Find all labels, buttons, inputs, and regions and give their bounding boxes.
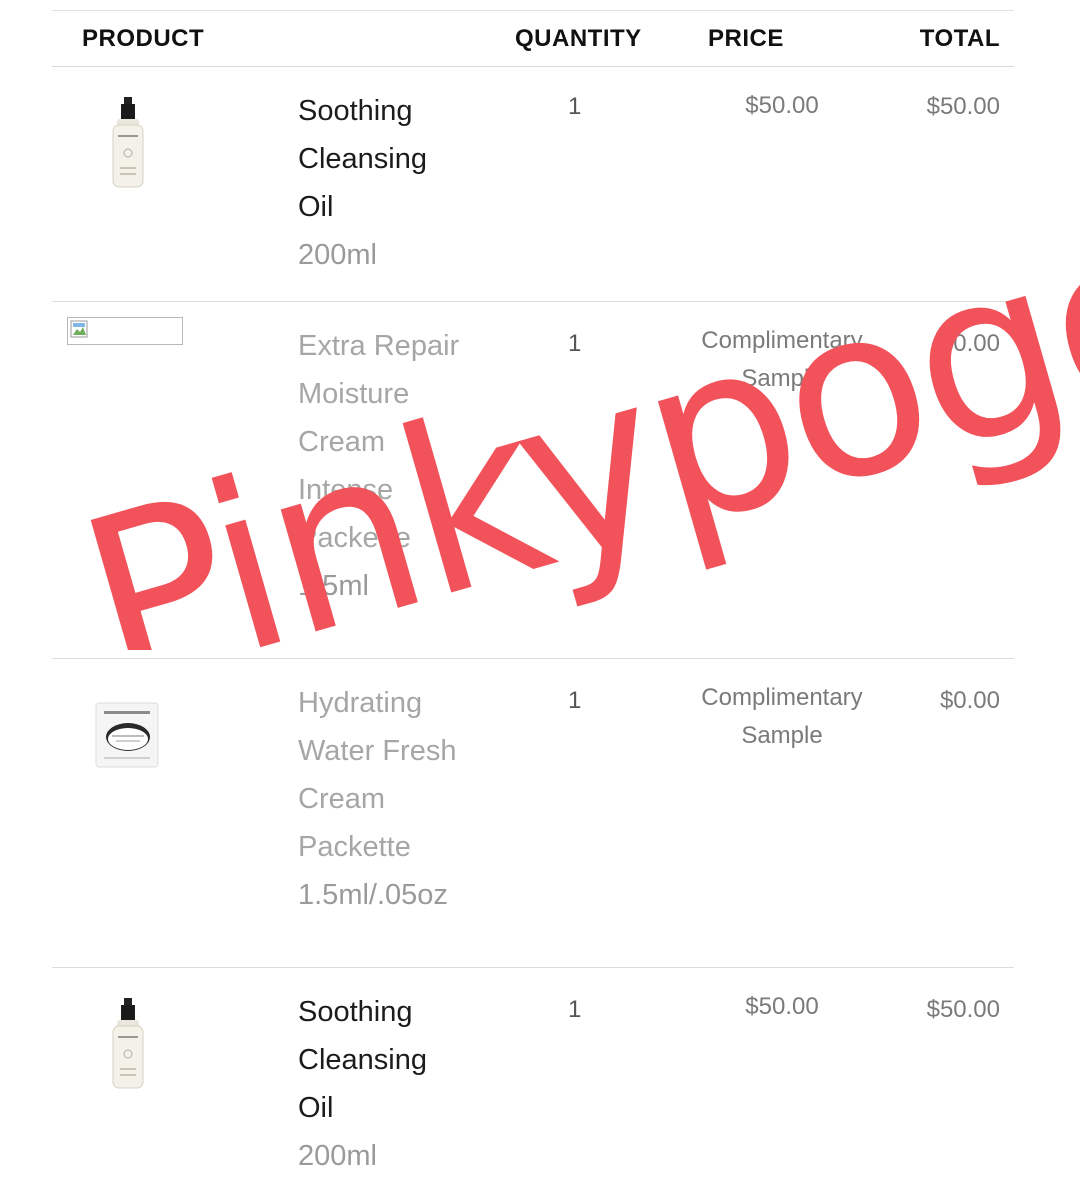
product-title-line: Hydrating: [298, 687, 423, 719]
quantity-value: 1: [568, 687, 582, 714]
cream-packette-image[interactable]: [94, 699, 162, 771]
cart-header: PRODUCT QUANTITY PRICE TOTAL: [52, 11, 1014, 67]
price-value: $50.00: [672, 988, 892, 1026]
price-line: Sample: [741, 722, 823, 749]
product-title-line: Oil: [298, 191, 334, 223]
product-name[interactable]: Extra Repair Moisture Cream Intense Pack…: [298, 322, 508, 610]
product-title-line: Soothing: [298, 95, 413, 127]
total-value: $0.00: [939, 330, 1000, 357]
header-product: PRODUCT: [82, 25, 205, 52]
total-value: $50.00: [926, 93, 1000, 120]
cleansing-oil-bottle-image[interactable]: [100, 996, 156, 1092]
cart-row: Soothing Cleansing Oil 200ml 1 $50.00 $5…: [52, 67, 1014, 302]
broken-image-icon[interactable]: [67, 317, 183, 345]
product-title-line: Extra Repair: [298, 330, 460, 362]
cleansing-oil-bottle-image[interactable]: [100, 95, 156, 191]
product-title-line: Oil: [298, 1092, 334, 1124]
header-price: PRICE: [708, 25, 784, 52]
quantity-value: 1: [568, 330, 582, 357]
product-title-line: Cleansing: [298, 143, 427, 175]
cart-row: Extra Repair Moisture Cream Intense Pack…: [52, 302, 1014, 659]
product-title-line: Cream: [298, 783, 386, 815]
price-value: $50.00: [672, 87, 892, 125]
product-name[interactable]: Soothing Cleansing Oil 200ml: [298, 87, 508, 279]
header-quantity: QUANTITY: [515, 25, 642, 52]
header-total: TOTAL: [919, 25, 1000, 52]
cart-row: Soothing Cleansing Oil 200ml 1 $50.00 $5…: [52, 968, 1014, 1199]
price-line: Sample: [741, 365, 823, 392]
quantity-value: 1: [568, 996, 582, 1023]
total-value: $50.00: [926, 996, 1000, 1023]
product-size: 200ml: [298, 1140, 377, 1172]
product-title-line: Moisture: [298, 378, 410, 410]
price-line: $50.00: [745, 92, 819, 119]
product-size: 200ml: [298, 239, 377, 271]
price-value: Complimentary Sample: [672, 679, 892, 755]
total-value: $0.00: [939, 687, 1000, 714]
product-title-line: Cream: [298, 426, 386, 458]
price-line: Complimentary: [701, 684, 863, 711]
product-title-line: Packette: [298, 522, 411, 554]
price-line: $50.00: [745, 993, 819, 1020]
product-title-line: Cleansing: [298, 1044, 427, 1076]
product-title-line: Water Fresh: [298, 735, 457, 767]
price-line: Complimentary: [701, 327, 863, 354]
product-title-line: Soothing: [298, 996, 413, 1028]
product-title-line: Packette: [298, 831, 411, 863]
product-name[interactable]: Hydrating Water Fresh Cream Packette 1.5…: [298, 679, 508, 919]
cart-row: Hydrating Water Fresh Cream Packette 1.5…: [52, 659, 1014, 968]
product-name[interactable]: Soothing Cleansing Oil 200ml: [298, 988, 508, 1180]
product-title-line: Intense: [298, 474, 394, 506]
product-size: 1.5ml/.05oz: [298, 879, 448, 911]
price-value: Complimentary Sample: [672, 322, 892, 398]
quantity-value: 1: [568, 93, 582, 120]
product-size: 1.5ml: [298, 570, 369, 602]
